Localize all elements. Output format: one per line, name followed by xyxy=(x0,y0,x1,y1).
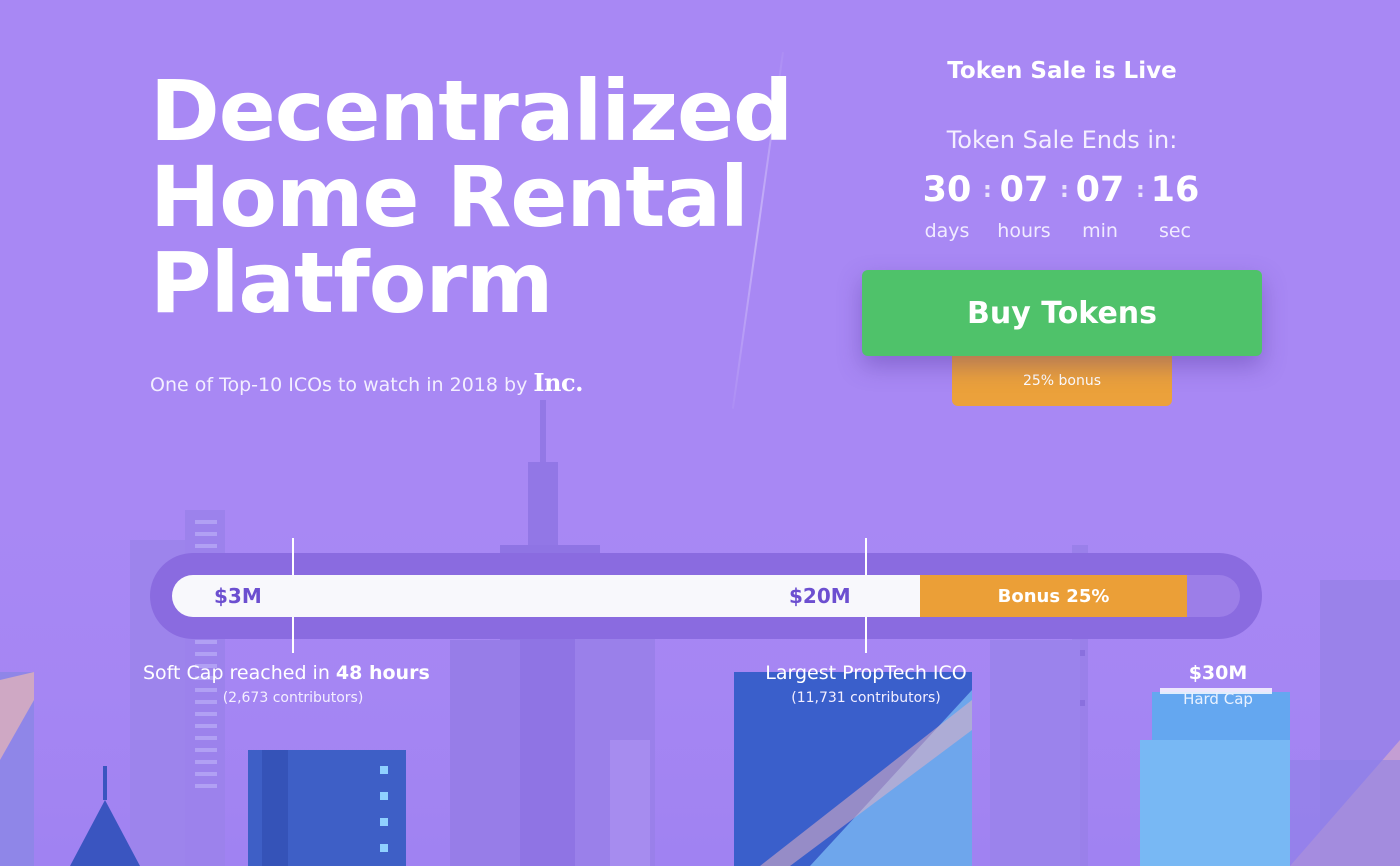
countdown-minutes-value: 07 xyxy=(1075,170,1125,210)
countdown-days-value: 30 xyxy=(922,170,972,210)
milestone-20m-contributors: (11,731 contributors) xyxy=(791,690,941,706)
hard-cap-label: Hard Cap xyxy=(1183,690,1253,708)
hero-subtitle: One of Top-10 ICOs to watch in 2018 by I… xyxy=(150,368,583,397)
hero-title-line-2: Home Rental xyxy=(150,148,749,246)
soft-cap-amount: $3M xyxy=(214,584,262,608)
countdown-minutes-label: min xyxy=(1082,220,1118,242)
soft-cap-title-text: Soft Cap reached in xyxy=(143,662,330,684)
countdown-seconds-value: 16 xyxy=(1150,170,1200,210)
countdown-seconds-label: sec xyxy=(1158,220,1192,242)
soft-cap-duration: 48 hours xyxy=(335,662,430,684)
hero-title-line-3: Platform xyxy=(150,234,553,332)
countdown-seconds: 16 sec xyxy=(1140,168,1210,244)
bonus-badge: 25% bonus xyxy=(952,356,1172,406)
milestone-20m-amount: $20M xyxy=(789,584,851,608)
funding-progress-bar: Bonus 25% xyxy=(172,575,1240,617)
countdown-days: 30 days xyxy=(912,168,982,244)
countdown-days-label: days xyxy=(924,220,970,242)
soft-cap-title: Soft Cap reached in 48 hours xyxy=(143,662,430,684)
inc-logo[interactable]: Inc. xyxy=(533,368,583,397)
sale-status: Token Sale is Live xyxy=(947,58,1177,84)
countdown-hours-value: 07 xyxy=(999,170,1049,210)
milestone-20m-tick-top xyxy=(865,538,867,575)
soft-cap-tick-top xyxy=(292,538,294,575)
soft-cap-tick-bottom xyxy=(292,617,294,653)
countdown-minutes: 07 min xyxy=(1065,168,1135,244)
hero-title: Decentralized Home Rental Platform xyxy=(150,62,793,332)
hero-subtitle-text: One of Top-10 ICOs to watch in 2018 by xyxy=(150,374,528,396)
countdown-timer: 30 days : 07 hours : 07 min : 16 sec xyxy=(912,168,1212,248)
bonus-segment: Bonus 25% xyxy=(920,575,1187,617)
milestone-20m-tick-bottom xyxy=(865,617,867,653)
countdown-label: Token Sale Ends in: xyxy=(946,126,1178,154)
countdown-hours-label: hours xyxy=(997,220,1051,242)
milestone-20m-title: Largest PropTech ICO xyxy=(765,662,967,684)
hard-cap-amount: $30M xyxy=(1188,662,1248,684)
soft-cap-contributors: (2,673 contributors) xyxy=(222,690,364,706)
hero-title-line-1: Decentralized xyxy=(150,62,793,160)
buy-tokens-button[interactable]: Buy Tokens xyxy=(862,270,1262,356)
countdown-hours: 07 hours xyxy=(989,168,1059,244)
